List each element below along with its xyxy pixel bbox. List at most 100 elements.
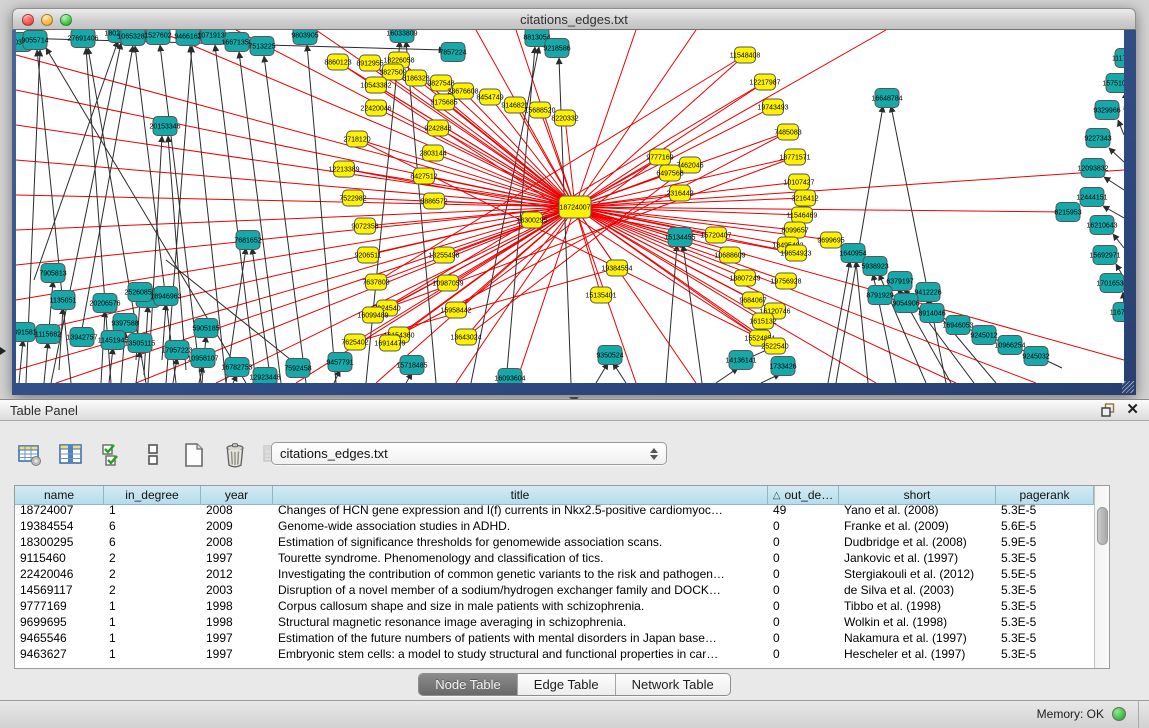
table-cell[interactable]: 5.3E-5 xyxy=(996,646,1094,662)
table-cell[interactable]: 0 xyxy=(768,630,839,646)
table-cell[interactable]: 1 xyxy=(104,598,201,614)
table-cell[interactable]: 2 xyxy=(104,582,201,598)
create-column-icon[interactable] xyxy=(178,439,210,471)
table-cell[interactable]: Estimation of significance thresholds fo… xyxy=(273,534,768,550)
table-cell[interactable]: de Silva et al. (2003) xyxy=(839,582,996,598)
close-window-button[interactable] xyxy=(22,14,34,26)
table-cell[interactable]: Dudbridge et al. (2008) xyxy=(839,534,996,550)
table-cell[interactable]: 1997 xyxy=(201,646,273,662)
network-canvas[interactable]: 1872400788601238912955182260589827509818… xyxy=(16,30,1124,383)
table-cell[interactable]: Tourette syndrome. Phenomenology and cla… xyxy=(273,550,768,566)
table-cell[interactable]: 5.3E-5 xyxy=(996,598,1094,614)
table-cell[interactable]: 9777169 xyxy=(15,598,104,614)
table-cell[interactable]: 9465546 xyxy=(15,630,104,646)
table-cell[interactable]: 1 xyxy=(104,614,201,630)
table-cell[interactable]: 2 xyxy=(104,566,201,582)
table-cell[interactable]: 5.9E-5 xyxy=(996,534,1094,550)
table-cell[interactable]: 18724007 xyxy=(15,502,104,518)
table-cell[interactable]: Stergiakouli et al. (2012) xyxy=(839,566,996,582)
table-cell[interactable]: 14569117 xyxy=(15,582,104,598)
table-cell[interactable]: Disruption of a novel member of a sodium… xyxy=(273,582,768,598)
table-cell[interactable]: 9463627 xyxy=(15,646,104,662)
table-cell[interactable]: Wolkin et al. (1998) xyxy=(839,614,996,630)
table-cell[interactable]: 2009 xyxy=(201,518,273,534)
table-cell[interactable]: 5.3E-5 xyxy=(996,582,1094,598)
panel-collapse-arrow[interactable] xyxy=(0,347,6,355)
table-cell[interactable]: 9699695 xyxy=(15,614,104,630)
memory-indicator[interactable] xyxy=(1112,707,1126,721)
table-cell[interactable]: 1 xyxy=(104,646,201,662)
table-cell[interactable]: 0 xyxy=(768,582,839,598)
graph-node-label: 9684067 xyxy=(739,297,766,304)
minimize-window-button[interactable] xyxy=(41,14,53,26)
table-cell[interactable]: Yano et al. (2008) xyxy=(839,502,996,518)
table-cell[interactable]: 2008 xyxy=(201,534,273,550)
table-cell[interactable]: 1997 xyxy=(201,630,273,646)
table-cell[interactable]: 5.3E-5 xyxy=(996,550,1094,566)
table-cell[interactable]: 49 xyxy=(768,502,839,518)
table-cell[interactable]: 5.3E-5 xyxy=(996,502,1094,518)
table-cell[interactable]: Estimation of the future numbers of pati… xyxy=(273,630,768,646)
table-cell[interactable]: 0 xyxy=(768,518,839,534)
table-scrollbar-thumb[interactable] xyxy=(1097,507,1108,545)
table-mode-icon[interactable] xyxy=(14,439,46,471)
table-cell[interactable]: Genome-wide association studies in ADHD. xyxy=(273,518,768,534)
table-cell[interactable]: 5.5E-5 xyxy=(996,566,1094,582)
delete-columns-icon[interactable] xyxy=(219,439,251,471)
window-titlebar[interactable]: citations_edges.txt xyxy=(12,8,1136,30)
table-cell[interactable]: 2012 xyxy=(201,566,273,582)
table-cell[interactable]: 6 xyxy=(104,534,201,550)
table-cell[interactable]: Corpus callosum shape and size in male p… xyxy=(273,598,768,614)
table-cell[interactable]: Structural magnetic resonance image aver… xyxy=(273,614,768,630)
graph-node-label: 22420046 xyxy=(360,105,391,112)
table-cell[interactable]: 2 xyxy=(104,550,201,566)
graph-node-label: 9412226 xyxy=(914,289,941,296)
window-resize-grip[interactable] xyxy=(1122,381,1134,393)
table-cell[interactable]: 5.3E-5 xyxy=(996,630,1094,646)
table-cell[interactable]: 0 xyxy=(768,534,839,550)
table-cell[interactable]: Nakamura et al. (1997) xyxy=(839,630,996,646)
table-cell[interactable]: 22420046 xyxy=(15,566,104,582)
table-cell[interactable]: 2008 xyxy=(201,502,273,518)
table-cell[interactable]: 0 xyxy=(768,566,839,582)
table-cell[interactable]: 1997 xyxy=(201,550,273,566)
table-cell[interactable]: Investigating the contribution of common… xyxy=(273,566,768,582)
table-cell[interactable]: 1 xyxy=(104,502,201,518)
table-cell[interactable]: Tibbo et al. (1998) xyxy=(839,598,996,614)
float-panel-icon[interactable] xyxy=(1101,403,1116,417)
table-cell[interactable]: 9115460 xyxy=(15,550,104,566)
tab-edge-table[interactable]: Edge Table xyxy=(518,674,616,695)
graph-node-label: 10543382 xyxy=(360,82,391,89)
table-selector[interactable]: citations_edges.txt xyxy=(271,442,667,465)
table-cell[interactable]: 2003 xyxy=(201,582,273,598)
table-cell[interactable]: Jankovic et al. (1997) xyxy=(839,550,996,566)
table-cell[interactable]: 0 xyxy=(768,598,839,614)
zoom-window-button[interactable] xyxy=(60,14,72,26)
table-cell[interactable]: 0 xyxy=(768,614,839,630)
close-panel-icon[interactable]: ✕ xyxy=(1126,403,1139,417)
row-height-icon[interactable] xyxy=(137,439,169,471)
table-cell[interactable]: Embryonic stem cells: a model to study s… xyxy=(273,646,768,662)
table-cell[interactable]: 0 xyxy=(768,550,839,566)
table-cell[interactable]: Changes of HCN gene expression and I(f) … xyxy=(273,502,768,518)
table-cell[interactable]: 0 xyxy=(768,646,839,662)
table-cell[interactable]: 5.3E-5 xyxy=(996,614,1094,630)
graph-node-label: 10966254 xyxy=(994,342,1025,349)
graph-node-label: 9391581 xyxy=(16,329,37,336)
table-cell[interactable]: 6 xyxy=(104,518,201,534)
table-cell[interactable]: 5.6E-5 xyxy=(996,518,1094,534)
table-cell[interactable]: 1998 xyxy=(201,598,273,614)
graph-edge xyxy=(438,128,575,207)
tab-node-table[interactable]: Node Table xyxy=(419,674,518,695)
show-columns-icon[interactable] xyxy=(55,439,87,471)
table-scrollbar[interactable] xyxy=(1094,486,1109,668)
table-cell[interactable]: 19384554 xyxy=(15,518,104,534)
table-cell[interactable]: 18300295 xyxy=(15,534,104,550)
table-cell[interactable]: Franke et al. (2009) xyxy=(839,518,996,534)
graph-node-label: 9054906 xyxy=(892,300,919,307)
table-cell[interactable]: 1 xyxy=(104,630,201,646)
table-cell[interactable]: Hescheler et al. (1997) xyxy=(839,646,996,662)
tab-network-table[interactable]: Network Table xyxy=(616,674,730,695)
selection-mode-icon[interactable] xyxy=(96,439,128,471)
table-cell[interactable]: 1998 xyxy=(201,614,273,630)
